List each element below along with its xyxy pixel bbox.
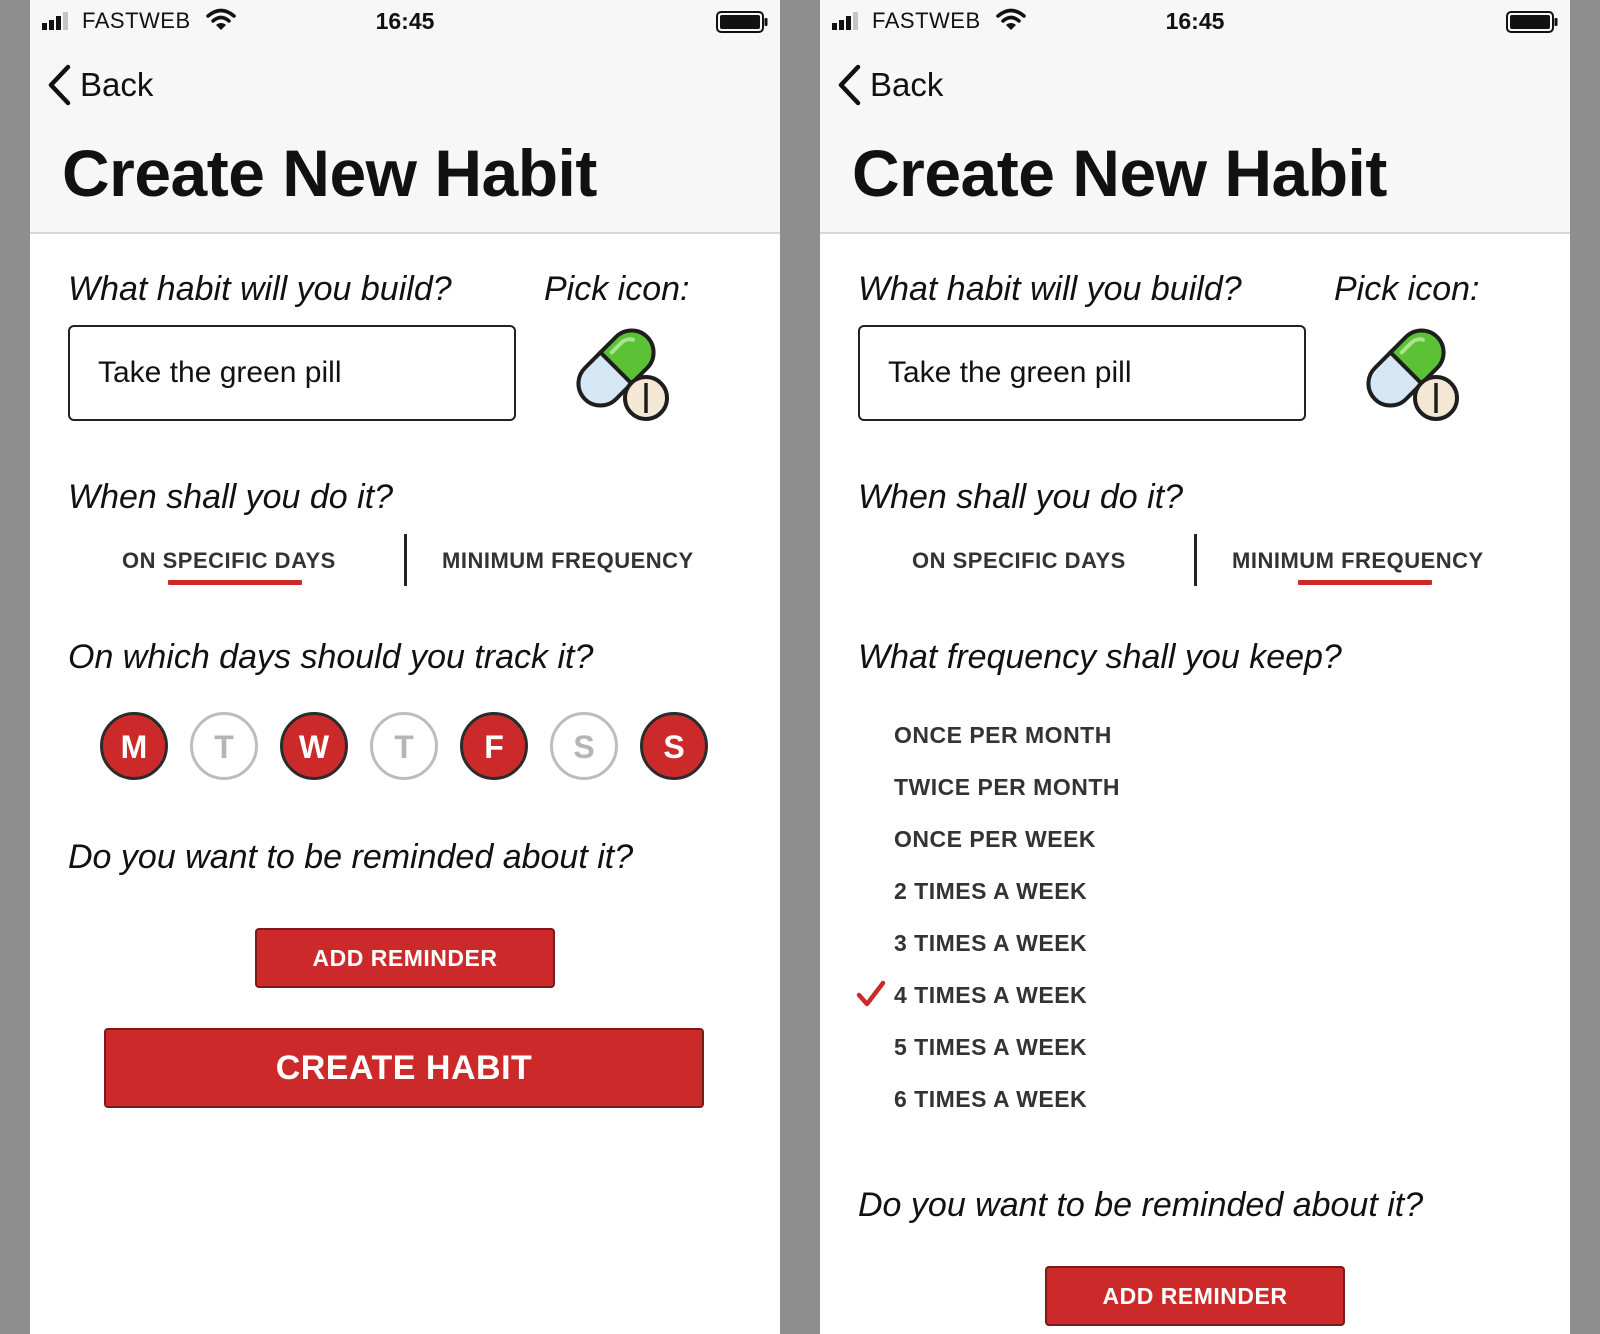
tab-divider [404, 534, 407, 586]
page-title: Create New Habit [62, 136, 597, 210]
add-reminder-button[interactable]: ADD REMINDER [255, 928, 555, 988]
frequency-option[interactable]: 3 TIMES A WEEK [894, 930, 1087, 957]
days-question: On which days should you track it? [68, 638, 594, 676]
chevron-left-icon [838, 64, 861, 106]
create-habit-button[interactable]: CREATE HABIT [104, 1028, 704, 1108]
back-label: Back [870, 66, 944, 103]
status-bar: FASTWEB 16:45 [820, 0, 1570, 44]
reminder-question: Do you want to be reminded about it? [68, 838, 634, 876]
nav-header: FASTWEB 16:45 Back Create New Habit [820, 0, 1570, 234]
habit-question: What habit will you build? [858, 270, 1242, 308]
tab-minimum-frequency[interactable]: MINIMUM FREQUENCY [442, 548, 694, 574]
status-bar: FASTWEB 16:45 [30, 0, 780, 44]
tab-on-specific-days[interactable]: ON SPECIFIC DAYS [912, 548, 1126, 574]
day-toggle-thursday[interactable]: T [370, 712, 438, 780]
when-question: When shall you do it? [68, 478, 394, 516]
tab-selected-indicator [1298, 580, 1432, 585]
frequency-option[interactable]: ONCE PER MONTH [894, 722, 1112, 749]
day-toggle-sunday[interactable]: S [640, 712, 708, 780]
day-toggle-friday[interactable]: F [460, 712, 528, 780]
pill-icon[interactable] [1358, 324, 1462, 424]
pill-icon[interactable] [568, 324, 672, 424]
icon-question: Pick icon: [1334, 270, 1480, 308]
frequency-option-selected[interactable]: 4 TIMES A WEEK [894, 982, 1087, 1009]
frequency-option[interactable]: TWICE PER MONTH [894, 774, 1120, 801]
frequency-option[interactable]: 5 TIMES A WEEK [894, 1034, 1087, 1061]
status-time: 16:45 [1165, 8, 1225, 34]
habit-name-input[interactable] [858, 325, 1306, 421]
battery-icon [716, 11, 768, 33]
back-label: Back [80, 66, 154, 103]
frequency-option[interactable]: 6 TIMES A WEEK [894, 1086, 1087, 1113]
habit-name-input[interactable] [68, 325, 516, 421]
frequency-option[interactable]: 2 TIMES A WEEK [894, 878, 1087, 905]
reminder-question: Do you want to be reminded about it? [858, 1186, 1424, 1224]
when-question: When shall you do it? [858, 478, 1184, 516]
tab-minimum-frequency[interactable]: MINIMUM FREQUENCY [1232, 548, 1484, 574]
checkmark-icon [856, 980, 886, 1007]
day-toggle-wednesday[interactable]: W [280, 712, 348, 780]
phone-screen-minimum-frequency: FASTWEB 16:45 Back Create New Habit What… [820, 0, 1570, 1334]
habit-question: What habit will you build? [68, 270, 452, 308]
battery-icon [1506, 11, 1558, 33]
nav-header: FASTWEB 16:45 Back Create New Habit [30, 0, 780, 234]
tab-selected-indicator [168, 580, 302, 585]
icon-question: Pick icon: [544, 270, 690, 308]
status-time: 16:45 [375, 8, 435, 34]
add-reminder-button[interactable]: ADD REMINDER [1045, 1266, 1345, 1326]
day-toggle-saturday[interactable]: S [550, 712, 618, 780]
chevron-left-icon [48, 64, 71, 106]
day-toggle-tuesday[interactable]: T [190, 712, 258, 780]
tab-divider [1194, 534, 1197, 586]
page-title: Create New Habit [852, 136, 1387, 210]
day-toggle-monday[interactable]: M [100, 712, 168, 780]
phone-screen-specific-days: FASTWEB 16:45 Back Create New Habit What… [30, 0, 780, 1334]
tab-on-specific-days[interactable]: ON SPECIFIC DAYS [122, 548, 336, 574]
frequency-option[interactable]: ONCE PER WEEK [894, 826, 1096, 853]
frequency-question: What frequency shall you keep? [858, 638, 1342, 676]
